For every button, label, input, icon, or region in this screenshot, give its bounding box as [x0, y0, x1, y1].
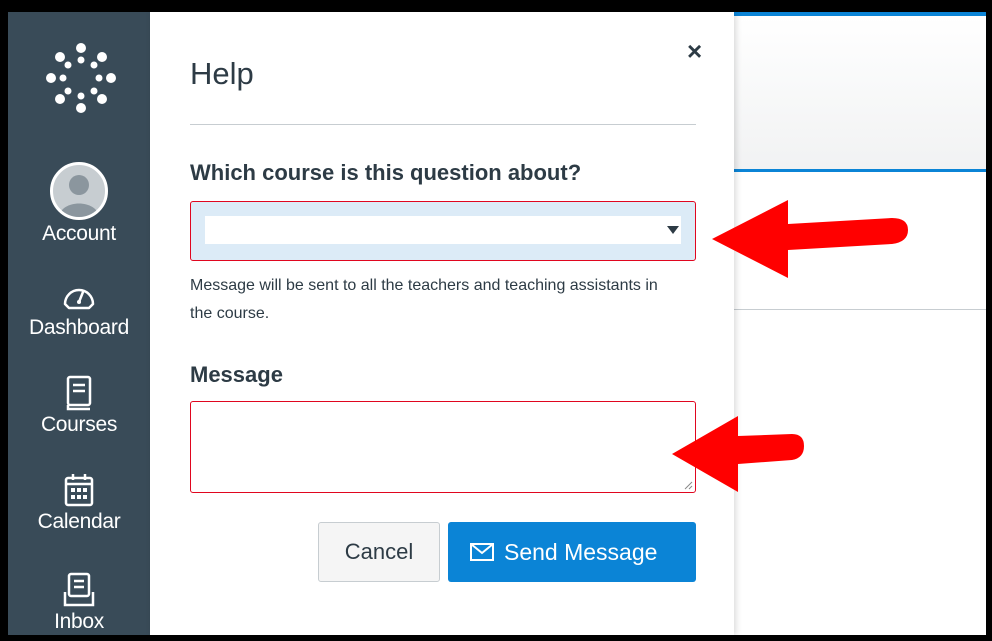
inbox-icon	[63, 572, 95, 607]
book-icon	[66, 375, 92, 411]
screen-frame: Account Dashboard Courses Calendar Inbox…	[8, 12, 986, 635]
nav-item-calendar[interactable]: Calendar	[8, 472, 150, 534]
nav-item-account[interactable]: Account	[8, 162, 150, 246]
nav-item-dashboard[interactable]: Dashboard	[8, 280, 150, 340]
nav-item-label: Courses	[40, 413, 118, 436]
course-select[interactable]	[190, 201, 696, 261]
nav-item-label: Account	[42, 222, 116, 245]
course-select-value	[205, 216, 681, 244]
avatar	[50, 162, 108, 220]
content-divider	[734, 309, 986, 310]
close-icon[interactable]: ×	[687, 36, 702, 66]
title-divider	[190, 124, 696, 125]
nav-item-label: Dashboard	[28, 316, 130, 339]
global-navigation: Account Dashboard Courses Calendar Inbox	[8, 12, 150, 635]
canvas-logo-icon[interactable]	[45, 42, 117, 114]
dashboard-icon	[63, 288, 95, 310]
send-message-label: Send Message	[504, 539, 658, 565]
chevron-down-icon	[667, 226, 679, 234]
help-panel: Help × Which course is this question abo…	[150, 12, 734, 635]
arrow-annotation-icon	[712, 200, 908, 278]
nav-item-courses[interactable]: Courses	[8, 375, 150, 437]
nav-item-label: Inbox	[54, 610, 104, 633]
help-text: Message will be sent to all the teachers…	[190, 277, 658, 322]
arrow-annotation-icon	[672, 416, 804, 492]
cancel-button[interactable]: Cancel	[318, 522, 440, 582]
nav-item-label: Calendar	[37, 510, 121, 533]
message-label: Message	[190, 362, 283, 387]
course-select-label: Which course is this question about?	[190, 160, 582, 185]
envelope-icon	[470, 542, 494, 561]
message-textarea[interactable]	[190, 401, 696, 493]
panel-title: Help	[190, 56, 254, 91]
course-page-header	[734, 12, 986, 172]
calendar-icon	[64, 474, 94, 507]
send-message-button[interactable]: Send Message	[448, 522, 696, 582]
nav-item-inbox[interactable]: Inbox	[8, 572, 150, 634]
